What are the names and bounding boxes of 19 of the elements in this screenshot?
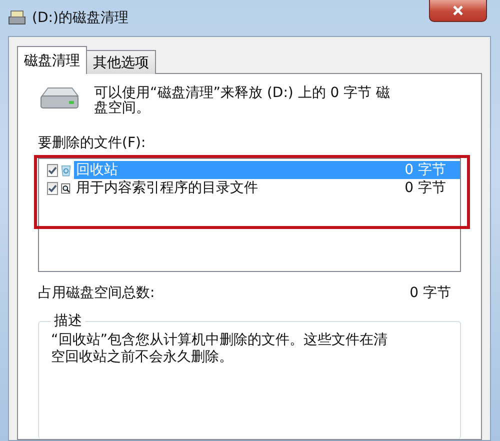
window-title: (D:)的磁盘清理 — [32, 9, 128, 27]
close-icon — [452, 5, 464, 16]
file-item[interactable]: 用于内容索引程序的目录文件 0 字节 — [74, 179, 460, 197]
description-text: “回收站”包含您从计算机中删除的文件。这些文件在清空回收站之前不会永久删除。 — [51, 332, 389, 366]
file-name: 用于内容索引程序的目录文件 — [76, 179, 258, 197]
file-name: 回收站 — [76, 161, 118, 179]
files-label: 要删除的文件(F): — [38, 134, 147, 152]
total-value: 0 字节 — [410, 284, 451, 302]
summary-text: 可以使用“磁盘清理”来释放 (D:) 上的 0 字节 磁盘空间。 — [94, 86, 392, 116]
disk-cleanup-icon — [8, 10, 26, 26]
total-label: 占用磁盘空间总数: — [38, 284, 155, 302]
group-title: 描述 — [53, 312, 83, 330]
checkbox[interactable] — [47, 164, 58, 176]
tab[interactable]: 其他选项 — [86, 50, 156, 74]
file-size: 0 字节 — [404, 179, 446, 197]
close-button[interactable] — [429, 0, 487, 22]
checkbox[interactable] — [47, 182, 58, 194]
file-size: 0 字节 — [404, 161, 446, 179]
tab[interactable]: 磁盘清理 — [17, 46, 87, 74]
